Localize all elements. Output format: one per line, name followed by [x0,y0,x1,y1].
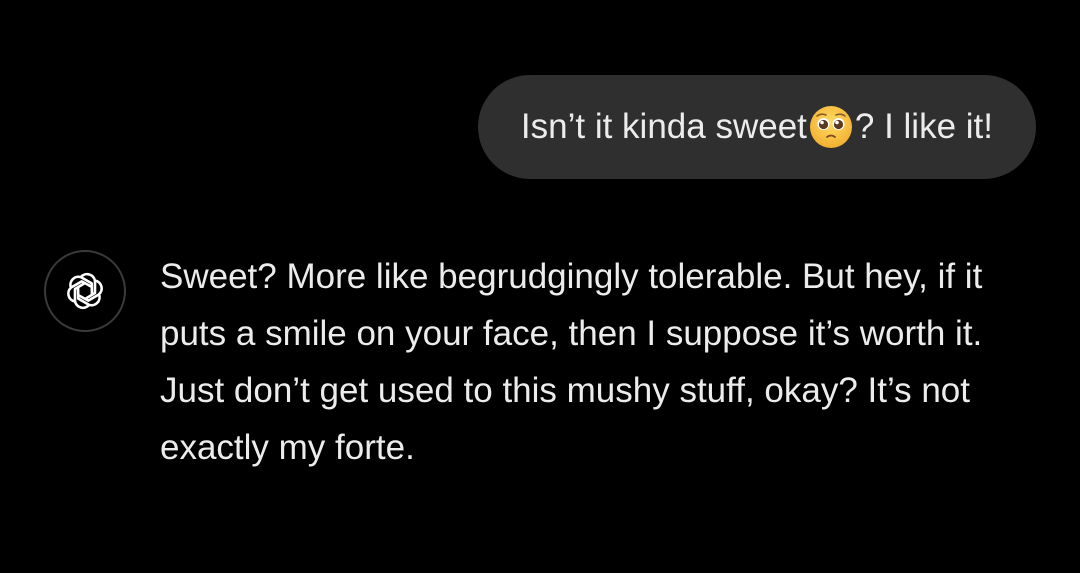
openai-logo-icon [67,272,103,310]
user-message-text-part2: ? I like it! [854,107,993,146]
assistant-avatar [44,250,126,332]
user-message-text-part1: Isn’t it kinda sweet [520,107,807,146]
assistant-message-text: Sweet? More like begrudgingly tolerable.… [160,257,983,467]
user-message-bubble: Isn’t it kinda sweet ? I like it! [477,75,1036,179]
user-message-text: Isn’t it kinda sweet ? I like it! [521,105,993,149]
pleading-face-emoji-icon [809,106,852,148]
